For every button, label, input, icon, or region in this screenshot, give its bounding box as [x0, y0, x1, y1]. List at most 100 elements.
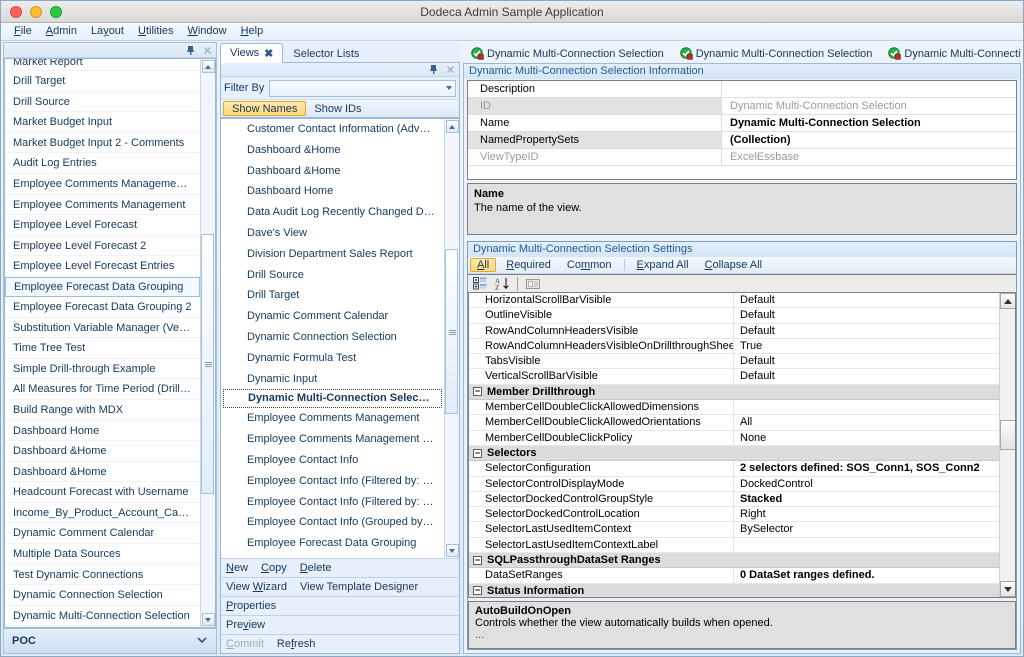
list-item[interactable]: Test Dynamic Connections [5, 565, 200, 586]
property-row[interactable]: MemberCellDoubleClickPolicy None [469, 430, 999, 446]
property-row[interactable]: TabsVisible Default [469, 354, 999, 370]
table-cell-value[interactable]: Dynamic Multi-Connection Selection [722, 115, 1016, 131]
list-item[interactable]: Drill Target [5, 71, 200, 92]
scroll-down-button[interactable] [1000, 581, 1015, 597]
list-item[interactable]: Dynamic Comment Calendar [221, 306, 444, 327]
view-template-designer-button[interactable]: View Template Designer [300, 581, 418, 593]
pin-icon[interactable] [185, 45, 196, 56]
property-category-row[interactable]: − SQLPassthroughDataSet Ranges [469, 553, 999, 569]
menu-help[interactable]: Help [234, 24, 271, 39]
property-row[interactable]: SelectorControlDisplayMode DockedControl [469, 476, 999, 492]
list-item[interactable]: Employee Level Forecast 2 [5, 236, 200, 257]
document-tab[interactable]: Dynamic Multi-Connection Selection [672, 44, 881, 63]
property-value[interactable]: Default [734, 308, 999, 322]
list-item[interactable]: Market Budget Input 2 - Comments [5, 133, 200, 154]
alphabetical-sort-icon[interactable]: A Z [493, 276, 511, 292]
list-item[interactable]: Market Report [5, 59, 200, 71]
collapse-all-button[interactable]: Collapse All [697, 258, 771, 272]
view-wizard-button[interactable]: View Wizard [226, 581, 287, 593]
list-item[interactable]: Audit Log Entries [5, 153, 200, 174]
list-item[interactable]: Dynamic Input [221, 369, 444, 390]
list-item[interactable]: Employee Contact Info [221, 450, 444, 471]
list-item[interactable]: Dashboard Home [221, 181, 444, 202]
table-row[interactable]: Description [468, 81, 1016, 98]
expand-all-button[interactable]: Expand All [629, 258, 697, 272]
list-item[interactable]: Substitution Variable Manager (Vess) [5, 318, 200, 339]
scroll-up-button[interactable] [445, 120, 459, 133]
categorized-icon[interactable] [471, 276, 489, 292]
list-item[interactable]: Dynamic Multi-Connection Selection [5, 606, 200, 627]
view-hierarchy-list[interactable]: Market Report Drill Target Drill Source Mar… [5, 59, 200, 627]
scrollbar-thumb[interactable] [201, 234, 214, 494]
new-button[interactable]: New [226, 562, 248, 574]
list-item[interactable]: Dashboard &Home [221, 161, 444, 182]
table-row[interactable]: NamedPropertySets (Collection) [468, 132, 1016, 149]
tab-selector-lists[interactable]: Selector Lists [283, 44, 369, 63]
collapse-expander-icon[interactable]: − [473, 586, 482, 596]
list-item[interactable]: Employee Forecast Data Grouping [5, 276, 200, 297]
property-row[interactable]: VerticalScrollBarVisible Default [469, 369, 999, 385]
delete-button[interactable]: Delete [300, 562, 332, 574]
property-value[interactable]: 0 DataSet ranges defined. [734, 568, 999, 582]
views-list-scrollbar[interactable] [444, 119, 459, 558]
property-grid[interactable]: HorizontalScrollBarVisible Default Outline… [469, 293, 999, 597]
collapse-expander-icon[interactable]: − [473, 387, 482, 397]
list-item[interactable]: Build Range with MDX [5, 400, 200, 421]
views-list[interactable]: Customer Contact Information (Advent… Das… [221, 119, 444, 558]
filter-input[interactable] [269, 79, 456, 97]
property-row[interactable]: HorizontalScrollBarVisible Default [469, 293, 999, 309]
list-item[interactable]: Time Tree Test [5, 338, 200, 359]
list-item[interactable]: Market Budget Input [5, 112, 200, 133]
table-row[interactable]: ViewTypeID ExcelEssbase [468, 149, 1016, 166]
property-value[interactable]: None [734, 431, 999, 445]
pin-icon[interactable] [428, 64, 439, 75]
property-value[interactable]: Default [734, 324, 999, 338]
scroll-down-button[interactable] [201, 613, 215, 626]
view-information-table[interactable]: Description ID Dynamic Multi-Connection Se… [467, 80, 1017, 180]
list-item[interactable]: Employee Comments Management [221, 408, 444, 429]
property-category-row[interactable]: − Member Drillthrough [469, 384, 999, 401]
properties-button[interactable]: Properties [226, 600, 276, 612]
list-item[interactable]: Employee Forecast Data Grouping 2 [5, 297, 200, 318]
list-item[interactable]: Dynamic Comment Calendar [5, 523, 200, 545]
property-row[interactable]: MemberCellDoubleClickAllowedDimensions [469, 400, 999, 416]
table-cell-value[interactable] [722, 81, 1016, 97]
list-item[interactable]: Dave's View [221, 223, 444, 244]
property-value[interactable]: Default [734, 293, 999, 307]
table-row[interactable]: ID Dynamic Multi-Connection Selection [468, 98, 1016, 115]
property-row[interactable]: RowAndColumnHeadersVisible Default [469, 323, 999, 339]
collapse-expander-icon[interactable]: − [473, 448, 482, 458]
menu-admin[interactable]: Admin [39, 24, 84, 39]
property-row[interactable]: SelectorDockedControlLocation Right [469, 507, 999, 523]
list-item[interactable]: Employee Forecast Data Grouping [221, 533, 444, 554]
menu-window[interactable]: Window [180, 24, 233, 39]
list-item[interactable]: All Measures for Time Period (Drill Tar… [5, 379, 200, 400]
refresh-button[interactable]: Refresh [277, 638, 316, 650]
property-row[interactable]: SelectorDockedControlGroupStyle Stacked [469, 491, 999, 508]
property-pages-icon[interactable] [524, 276, 542, 292]
property-row[interactable]: SelectorConfiguration 2 selectors defined… [469, 461, 999, 477]
group-footer-poc[interactable]: POC [4, 628, 216, 653]
list-item[interactable]: Employee Comments Management (Es… [221, 429, 444, 450]
menu-utilities[interactable]: Utilities [131, 24, 180, 39]
property-value[interactable]: 2 selectors defined: SOS_Conn1, SOS_Conn… [734, 461, 999, 475]
filter-common-button[interactable]: Common [559, 258, 620, 272]
chevron-down-icon[interactable] [446, 86, 452, 90]
copy-button[interactable]: Copy [261, 562, 287, 574]
property-row[interactable]: OutlineVisible Default [469, 308, 999, 324]
property-value[interactable]: Stacked [734, 492, 999, 506]
list-item[interactable]: Headcount Forecast with Username [5, 482, 200, 503]
close-icon[interactable]: ✖ [264, 47, 273, 60]
document-tab[interactable]: Dynamic Multi-Connection Selection [880, 44, 1021, 63]
property-value[interactable] [734, 400, 999, 414]
property-value[interactable]: True [734, 339, 999, 353]
table-cell-value[interactable]: (Collection) [722, 132, 1016, 148]
property-row[interactable]: DataSetRanges 0 DataSet ranges defined. [469, 568, 999, 584]
property-value[interactable]: Right [734, 507, 999, 521]
property-value[interactable]: Default [734, 369, 999, 383]
menu-file[interactable]: File [7, 24, 39, 39]
property-value[interactable]: DockedControl [734, 477, 999, 491]
document-tab[interactable]: Dynamic Multi-Connection Selection [463, 44, 672, 63]
scrollbar-thumb[interactable] [1000, 420, 1015, 450]
property-value[interactable] [734, 538, 999, 552]
